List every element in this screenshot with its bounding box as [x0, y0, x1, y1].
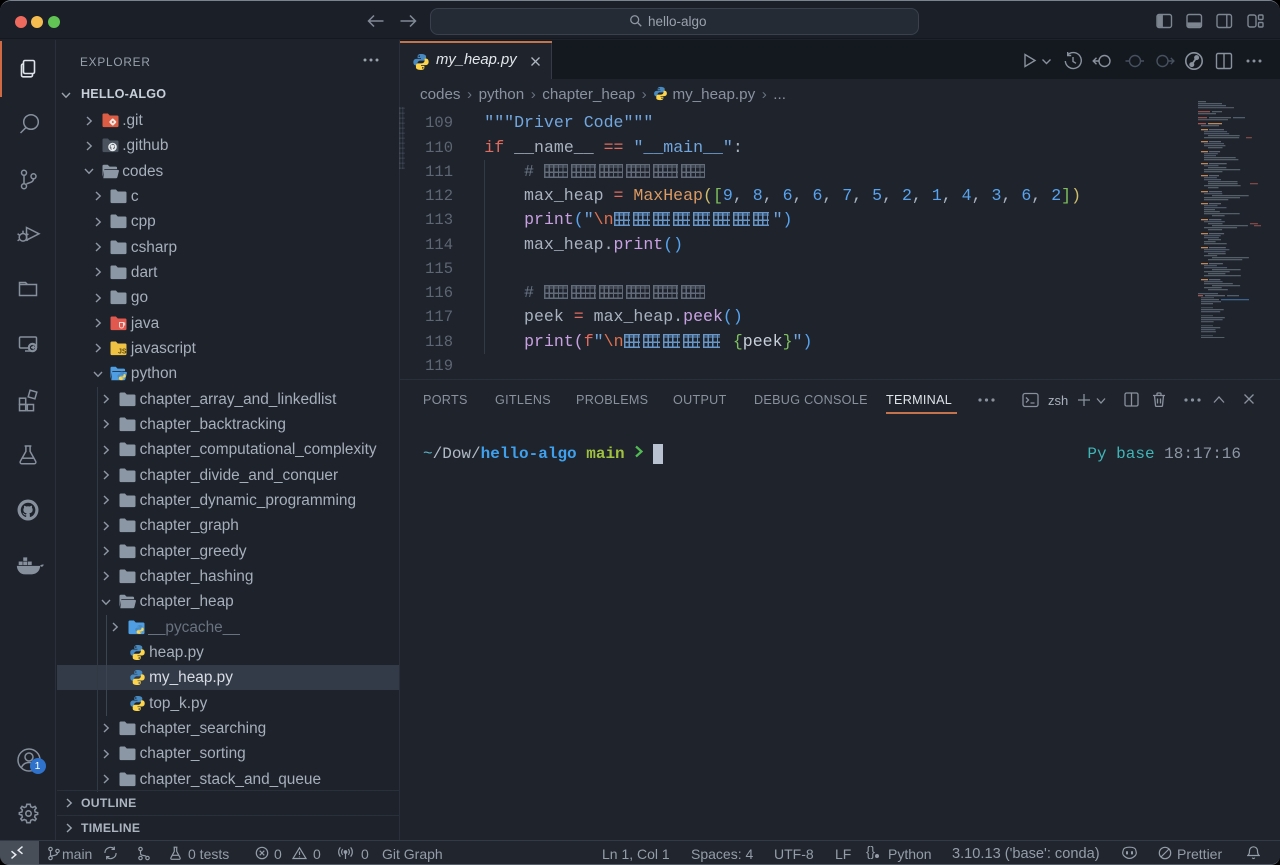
svg-text:JS: JS: [118, 349, 127, 356]
